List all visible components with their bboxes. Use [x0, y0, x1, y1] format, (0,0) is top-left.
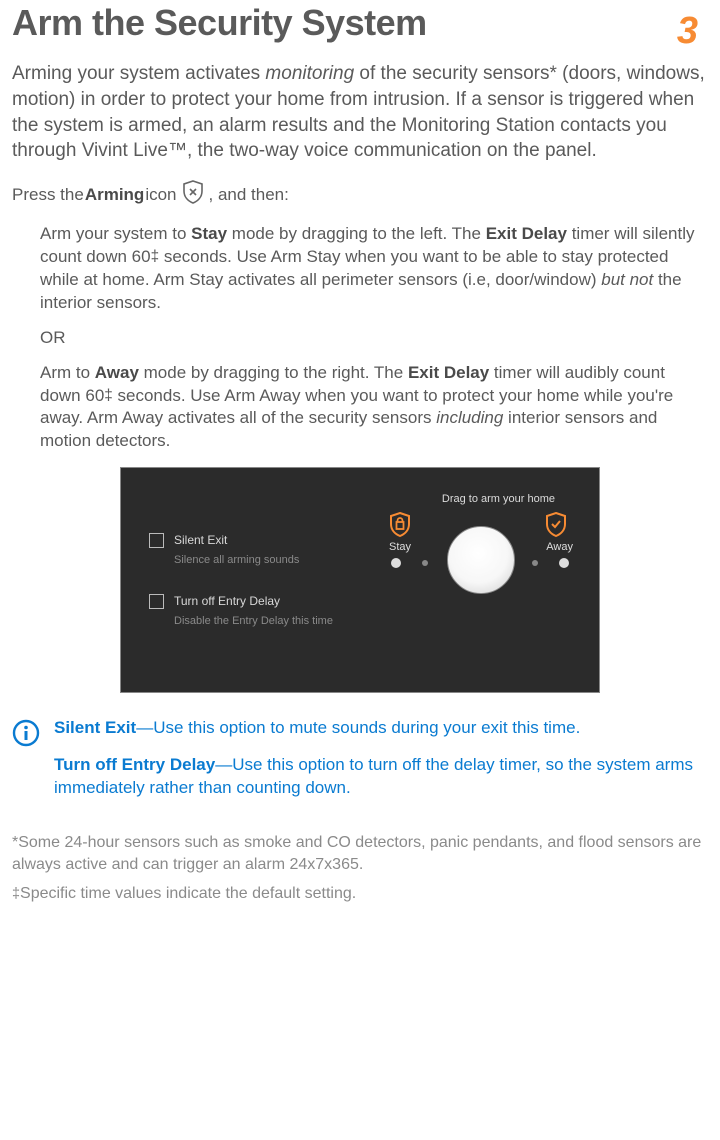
info-se-dash: —: [136, 718, 153, 737]
silent-exit-option[interactable]: Silent Exit Silence all arming sounds: [149, 532, 369, 567]
info-text-block: Silent Exit—Use this option to mute soun…: [54, 717, 708, 814]
arming-shield-icon: [182, 180, 204, 211]
step-away: Arm to Away mode by dragging to the righ…: [40, 362, 708, 454]
stay-label: Stay: [389, 540, 411, 555]
stay-t3: mode by dragging to the left. The: [227, 224, 486, 243]
slider-dot: [532, 560, 538, 566]
dagger-1: ‡: [151, 248, 160, 265]
press-line: Press the Arming icon , and then:: [12, 180, 708, 211]
away-exitdelay: Exit Delay: [408, 363, 489, 382]
step-stay: Arm your system to Stay mode by dragging…: [40, 223, 708, 315]
info-icon: [12, 719, 40, 754]
press-text-3: icon: [145, 184, 176, 207]
page-title: Arm the Security System: [12, 2, 708, 43]
entry-delay-option[interactable]: Turn off Entry Delay Disable the Entry D…: [149, 593, 369, 628]
page-number: 3: [677, 6, 698, 57]
entry-delay-sub: Disable the Entry Delay this time: [174, 614, 333, 629]
away-including: including: [436, 408, 503, 427]
arming-panel-screenshot: Silent Exit Silence all arming sounds Tu…: [120, 467, 600, 693]
silent-exit-title: Silent Exit: [174, 532, 299, 548]
slider-dot: [391, 558, 401, 568]
footnote-dagger-mark: ‡: [12, 886, 20, 902]
arm-slider-knob[interactable]: [447, 526, 515, 594]
footnote-star: *Some 24-hour sensors such as smoke and …: [12, 832, 708, 875]
intro-text-1: Arming your system activates: [12, 63, 265, 84]
or-separator: OR: [40, 327, 708, 350]
intro-text-monitoring: monitoring: [265, 63, 354, 84]
info-silent-text: Use this option to mute sounds during yo…: [153, 718, 580, 737]
press-text-4: , and then:: [209, 184, 289, 207]
stay-exitdelay: Exit Delay: [486, 224, 567, 243]
slider-dot: [559, 558, 569, 568]
dagger-2: ‡: [104, 387, 113, 404]
footnotes: *Some 24-hour sensors such as smoke and …: [12, 832, 708, 905]
info-silent-label: Silent Exit: [54, 718, 136, 737]
drag-hint: Drag to arm your home: [442, 492, 555, 507]
away-t1: Arm to: [40, 363, 95, 382]
stay-shield-icon: [389, 512, 411, 543]
press-text-1: Press the: [12, 184, 84, 207]
info-entry-label: Turn off Entry Delay: [54, 755, 215, 774]
away-label: Away: [546, 540, 573, 555]
away-shield-icon: [545, 512, 567, 543]
entry-delay-title: Turn off Entry Delay: [174, 593, 333, 609]
entry-delay-checkbox[interactable]: [149, 594, 164, 609]
away-t3: mode by dragging to the right. The: [139, 363, 408, 382]
silent-exit-checkbox[interactable]: [149, 533, 164, 548]
silent-exit-sub: Silence all arming sounds: [174, 553, 299, 568]
away-bold: Away: [95, 363, 139, 382]
info-ed-dash: —: [215, 755, 232, 774]
stay-t1: Arm your system to: [40, 224, 191, 243]
footnote-dagger-text: Specific time values indicate the defaul…: [20, 885, 356, 902]
intro-paragraph: Arming your system activates monitoring …: [12, 61, 708, 164]
stay-butnot: but not: [601, 270, 653, 289]
stay-bold: Stay: [191, 224, 227, 243]
arming-label: Arming: [85, 184, 145, 207]
slider-dot: [422, 560, 428, 566]
